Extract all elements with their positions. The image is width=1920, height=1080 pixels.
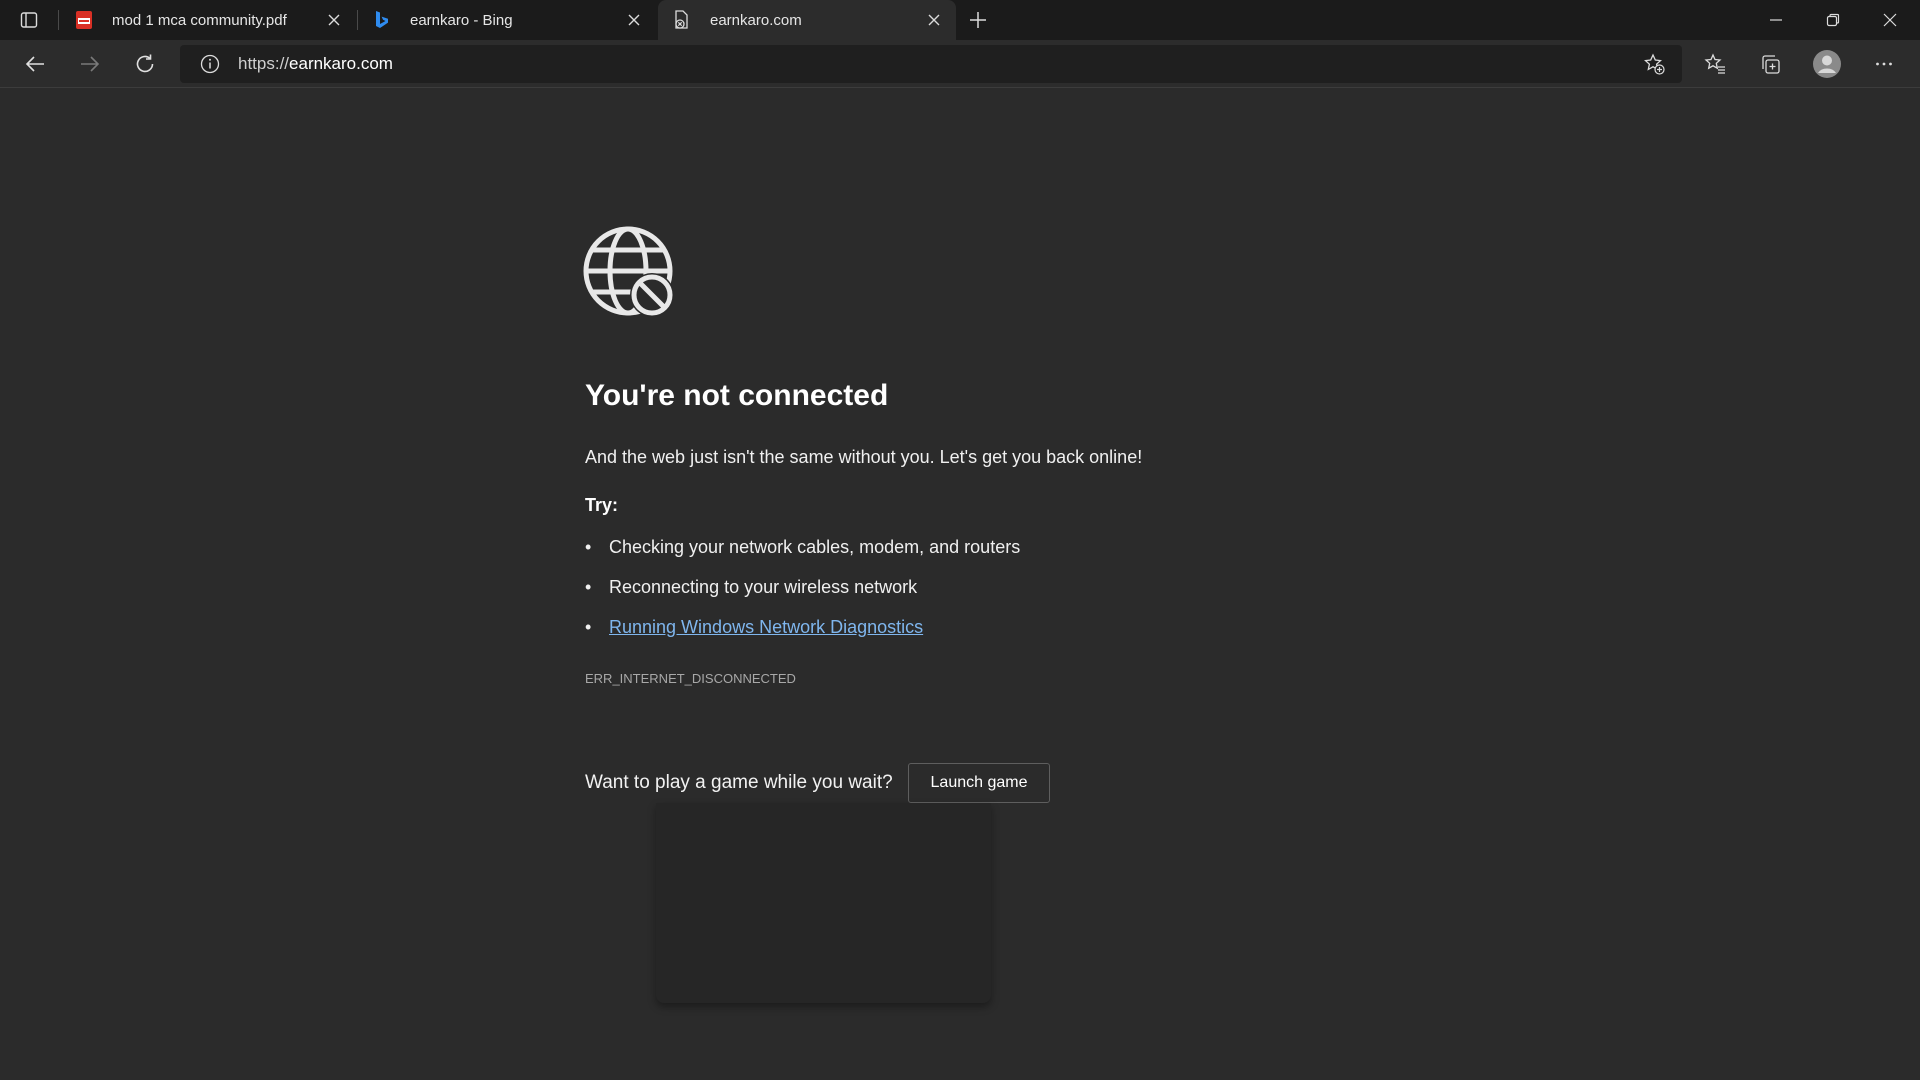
url-text[interactable]: https://earnkaro.com [238,54,393,74]
tab-title: earnkaro - Bing [410,11,513,29]
tab-separator [58,10,59,30]
back-arrow-icon [25,56,44,72]
minimize-button[interactable] [1748,0,1804,40]
error-code: ERR_INTERNET_DISCONNECTED [585,671,796,686]
error-page: You're not connected And the web just is… [0,89,1920,1080]
error-description: And the web just isn't the same without … [585,447,1143,467]
forward-arrow-icon [81,56,100,72]
suggestion-item-link: Running Windows Network Diagnostics [585,617,1020,657]
globe-blocked-icon [583,226,674,317]
try-label: Try: [585,495,619,515]
settings-more-button[interactable] [1864,44,1904,84]
tab-strip: mod 1 mca community.pdf earnkaro - Bing … [0,0,1920,40]
launch-game-button[interactable]: Launch game [908,763,1050,803]
tab-actions-button[interactable] [0,0,58,40]
more-icon [1876,62,1892,66]
url-host: earnkaro.com [289,54,393,73]
favorites-button[interactable] [1695,44,1735,84]
suggestion-list: Checking your network cables, modem, and… [585,537,1020,657]
tab-earnkaro-active[interactable]: earnkaro.com [658,0,956,40]
tab-actions-icon [20,12,38,28]
address-bar[interactable]: https://earnkaro.com [180,45,1682,83]
network-diagnostics-link[interactable]: Running Windows Network Diagnostics [609,617,923,637]
profile-button[interactable] [1807,44,1847,84]
avatar-icon [1813,50,1841,78]
tab-bing[interactable]: earnkaro - Bing [358,0,656,40]
close-tab-icon[interactable] [920,6,948,34]
restore-button[interactable] [1805,0,1861,40]
tab-pdf[interactable]: mod 1 mca community.pdf [60,0,356,40]
new-tab-button[interactable] [958,0,998,40]
tab-title: earnkaro.com [710,11,802,29]
refresh-button[interactable] [125,44,165,84]
page-error-icon [670,8,694,32]
refresh-icon [136,54,154,73]
pdf-icon [72,8,96,32]
site-info-icon[interactable] [194,48,226,80]
favorites-icon [1704,53,1725,74]
game-panel [656,803,991,1003]
suggestion-item: Reconnecting to your wireless network [585,577,1020,617]
add-favorite-icon[interactable] [1638,49,1670,79]
url-scheme: https:// [238,54,290,73]
close-tab-icon[interactable] [320,6,348,34]
toolbar: https://earnkaro.com [0,40,1920,88]
collections-button[interactable] [1750,44,1790,84]
minimize-icon [1770,19,1782,21]
game-prompt: Want to play a game while you wait? [585,772,893,793]
suggestion-item: Checking your network cables, modem, and… [585,537,1020,577]
restore-icon [1826,13,1840,27]
tab-title: mod 1 mca community.pdf [112,11,287,29]
page-title: You're not connected [585,379,889,412]
forward-button[interactable] [70,44,110,84]
plus-icon [970,12,986,28]
bing-icon [370,8,394,32]
collections-icon [1762,55,1780,74]
close-tab-icon[interactable] [620,6,648,34]
close-icon [1883,13,1897,27]
close-window-button[interactable] [1862,0,1918,40]
back-button[interactable] [15,44,55,84]
